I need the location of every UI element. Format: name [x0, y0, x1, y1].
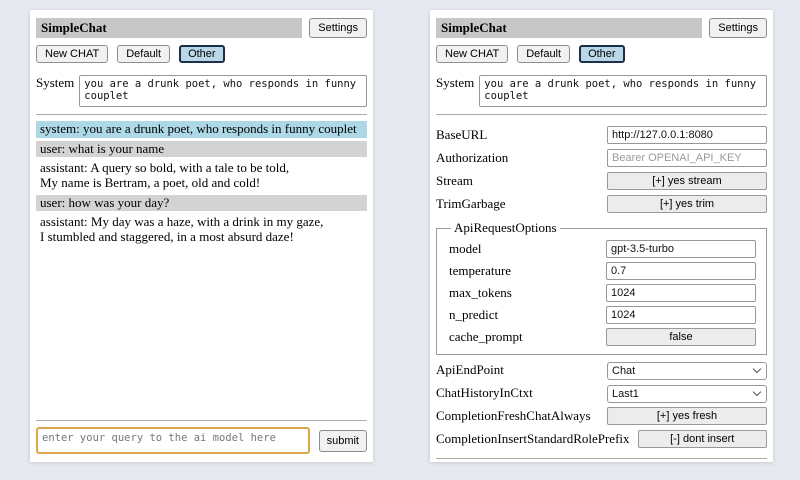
query-input[interactable] — [36, 427, 310, 454]
session-other-button[interactable]: Other — [579, 45, 625, 63]
system-prompt-row: System you are a drunk poet, who respond… — [36, 75, 367, 107]
setting-row-n-predict: n_predict — [449, 306, 756, 324]
system-label: System — [36, 75, 74, 91]
completion-insert-label: CompletionInsertStandardRolePrefix — [436, 431, 630, 447]
chat-message-user: user: what is your name — [36, 141, 367, 158]
divider — [36, 420, 367, 421]
authorization-input[interactable] — [607, 149, 767, 167]
setting-row-baseurl: BaseURL — [436, 126, 767, 144]
session-other-button[interactable]: Other — [179, 45, 225, 63]
setting-row-temperature: temperature — [449, 262, 756, 280]
apiendpoint-select[interactable]: Chat — [607, 362, 767, 380]
model-label: model — [449, 241, 482, 257]
divider — [436, 458, 767, 459]
setting-row-apiendpoint: ApiEndPoint Chat — [436, 361, 767, 379]
chat-message-user: user: how was your day? — [36, 195, 367, 212]
temperature-label: temperature — [449, 263, 511, 279]
n-predict-label: n_predict — [449, 307, 498, 323]
setting-row-completion-fresh: CompletionFreshChatAlways [+] yes fresh — [436, 407, 767, 425]
session-buttons: New CHAT Default Other — [436, 45, 767, 63]
stream-toggle-button[interactable]: [+] yes stream — [607, 172, 767, 190]
setting-row-model: model — [449, 240, 756, 258]
baseurl-label: BaseURL — [436, 127, 487, 143]
setting-row-authorization: Authorization — [436, 149, 767, 167]
api-request-options-group: ApiRequestOptions model temperature max_… — [436, 220, 767, 355]
submit-button[interactable]: submit — [319, 430, 367, 452]
header: SimpleChat Settings — [36, 18, 367, 38]
chat-panel: SimpleChat Settings New CHAT Default Oth… — [30, 10, 373, 462]
session-buttons: New CHAT Default Other — [36, 45, 367, 63]
chathistory-select[interactable]: Last1 — [607, 385, 767, 403]
max-tokens-label: max_tokens — [449, 285, 512, 301]
header: SimpleChat Settings — [436, 18, 767, 38]
n-predict-input[interactable] — [606, 306, 756, 324]
chat-message-system: system: you are a drunk poet, who respon… — [36, 121, 367, 138]
setting-row-cache-prompt: cache_prompt false — [449, 328, 756, 346]
divider — [36, 114, 367, 115]
app-title: SimpleChat — [436, 18, 702, 38]
setting-row-max-tokens: max_tokens — [449, 284, 756, 302]
divider — [436, 114, 767, 115]
setting-row-trimgarbage: TrimGarbage [+] yes trim — [436, 195, 767, 213]
system-prompt-row: System you are a drunk poet, who respond… — [436, 75, 767, 107]
apiendpoint-label: ApiEndPoint — [436, 362, 504, 378]
baseurl-input[interactable] — [607, 126, 767, 144]
apiendpoint-select-wrap: Chat — [607, 361, 767, 379]
chat-message-assistant: assistant: My day was a haze, with a dri… — [36, 214, 367, 245]
trimgarbage-label: TrimGarbage — [436, 196, 506, 212]
api-request-options-legend: ApiRequestOptions — [451, 220, 560, 236]
chathistory-select-wrap: Last1 — [607, 384, 767, 402]
query-row: submit — [36, 427, 367, 454]
model-input[interactable] — [606, 240, 756, 258]
completion-fresh-label: CompletionFreshChatAlways — [436, 408, 591, 424]
system-prompt-input[interactable]: you are a drunk poet, who responds in fu… — [479, 75, 767, 107]
session-default-button[interactable]: Default — [117, 45, 170, 63]
settings-panel: SimpleChat Settings New CHAT Default Oth… — [430, 10, 773, 462]
chathistory-label: ChatHistoryInCtxt — [436, 385, 533, 401]
system-label: System — [436, 75, 474, 91]
new-chat-button[interactable]: New CHAT — [36, 45, 108, 63]
authorization-label: Authorization — [436, 150, 508, 166]
trimgarbage-toggle-button[interactable]: [+] yes trim — [607, 195, 767, 213]
settings-button[interactable]: Settings — [309, 18, 367, 38]
session-default-button[interactable]: Default — [517, 45, 570, 63]
setting-row-chathistory: ChatHistoryInCtxt Last1 — [436, 384, 767, 402]
cache-prompt-label: cache_prompt — [449, 329, 523, 345]
settings-list: BaseURL Authorization Stream [+] yes str… — [436, 121, 767, 453]
completion-insert-toggle-button[interactable]: [-] dont insert — [638, 430, 767, 448]
stream-label: Stream — [436, 173, 473, 189]
max-tokens-input[interactable] — [606, 284, 756, 302]
setting-row-completion-insert: CompletionInsertStandardRolePrefix [-] d… — [436, 430, 767, 448]
app-title: SimpleChat — [36, 18, 302, 38]
temperature-input[interactable] — [606, 262, 756, 280]
chat-message-assistant: assistant: A query so bold, with a tale … — [36, 160, 367, 191]
setting-row-stream: Stream [+] yes stream — [436, 172, 767, 190]
system-prompt-input[interactable]: you are a drunk poet, who responds in fu… — [79, 75, 367, 107]
new-chat-button[interactable]: New CHAT — [436, 45, 508, 63]
cache-prompt-toggle-button[interactable]: false — [606, 328, 756, 346]
settings-button[interactable]: Settings — [709, 18, 767, 38]
chat-message-list: system: you are a drunk poet, who respon… — [36, 121, 367, 249]
completion-fresh-toggle-button[interactable]: [+] yes fresh — [607, 407, 767, 425]
